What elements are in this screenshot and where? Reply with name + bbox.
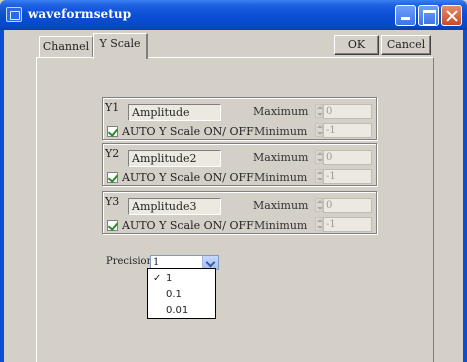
y1-maximum-spinner[interactable]: [315, 104, 323, 118]
y1-auto-label: AUTO Y Scale ON/ OFF: [122, 125, 254, 138]
y3-minimum-field[interactable]: -1: [323, 217, 372, 232]
y2-name-field[interactable]: Amplitude2: [128, 150, 221, 167]
y1-maximum-field[interactable]: 0: [323, 104, 372, 119]
y2-auto-checkbox[interactable]: [107, 172, 118, 183]
app-icon: [6, 7, 22, 22]
y2-maximum-field[interactable]: 0: [323, 150, 372, 165]
precision-option-label: 1: [166, 273, 173, 284]
y2-minimum-field[interactable]: -1: [323, 169, 372, 184]
title-bar[interactable]: waveformsetup: [0, 0, 467, 30]
precision-option-1[interactable]: ✓ 1: [148, 271, 215, 286]
y1-minimum-spinner[interactable]: [315, 123, 323, 137]
y1-minimum-label: Minimum: [254, 125, 308, 138]
y2-group: Y2 Amplitude2 AUTO Y Scale ON/ OFF Maxim…: [102, 143, 377, 186]
ok-button[interactable]: OK: [334, 35, 379, 55]
precision-option-0-1[interactable]: 0.1: [148, 287, 215, 302]
precision-label: Precision: [106, 256, 154, 267]
minimize-button[interactable]: [395, 5, 416, 26]
y2-label: Y2: [105, 147, 120, 160]
precision-option-label: 0.1: [166, 289, 182, 300]
y3-auto-label: AUTO Y Scale ON/ OFF: [122, 219, 254, 232]
y3-group: Y3 Amplitude3 AUTO Y Scale ON/ OFF Maxim…: [102, 191, 377, 234]
y1-maximum-label: Maximum: [253, 105, 309, 118]
y3-maximum-label: Maximum: [253, 199, 309, 212]
y1-minimum-field[interactable]: -1: [323, 123, 372, 138]
y2-minimum-label: Minimum: [254, 171, 308, 184]
precision-option-0-01[interactable]: 0.01: [148, 303, 215, 318]
precision-option-label: 0.01: [166, 305, 189, 316]
y2-auto-label: AUTO Y Scale ON/ OFF: [122, 171, 254, 184]
window-frame-left: [0, 30, 4, 362]
y2-minimum-spinner[interactable]: [315, 169, 323, 183]
y2-maximum-spinner[interactable]: [315, 150, 323, 164]
y1-name-field[interactable]: Amplitude: [128, 104, 221, 121]
window-frame-right: [463, 30, 467, 362]
cancel-button[interactable]: Cancel: [381, 35, 431, 55]
y2-maximum-label: Maximum: [253, 151, 309, 164]
y3-minimum-label: Minimum: [254, 219, 308, 232]
y1-auto-checkbox[interactable]: [107, 126, 118, 137]
y3-maximum-field[interactable]: 0: [323, 198, 372, 213]
y3-name-field[interactable]: Amplitude3: [128, 198, 221, 215]
tab-y-scale[interactable]: Y Scale: [93, 33, 148, 59]
tab-channel[interactable]: Channel: [39, 36, 93, 58]
window-title: waveformsetup: [28, 7, 132, 21]
precision-dropdown-list: ✓ 1 0.1 0.01: [147, 268, 216, 319]
y1-group: Y1 Amplitude AUTO Y Scale ON/ OFF Maximu…: [102, 97, 377, 140]
y3-label: Y3: [105, 195, 120, 208]
y1-label: Y1: [105, 101, 120, 114]
maximize-button[interactable]: [418, 5, 439, 26]
y3-maximum-spinner[interactable]: [315, 198, 323, 212]
close-button[interactable]: [441, 5, 462, 26]
y3-auto-checkbox[interactable]: [107, 220, 118, 231]
precision-selected-value: 1: [153, 257, 160, 268]
checkmark-icon: ✓: [153, 273, 162, 284]
y3-minimum-spinner[interactable]: [315, 217, 323, 231]
